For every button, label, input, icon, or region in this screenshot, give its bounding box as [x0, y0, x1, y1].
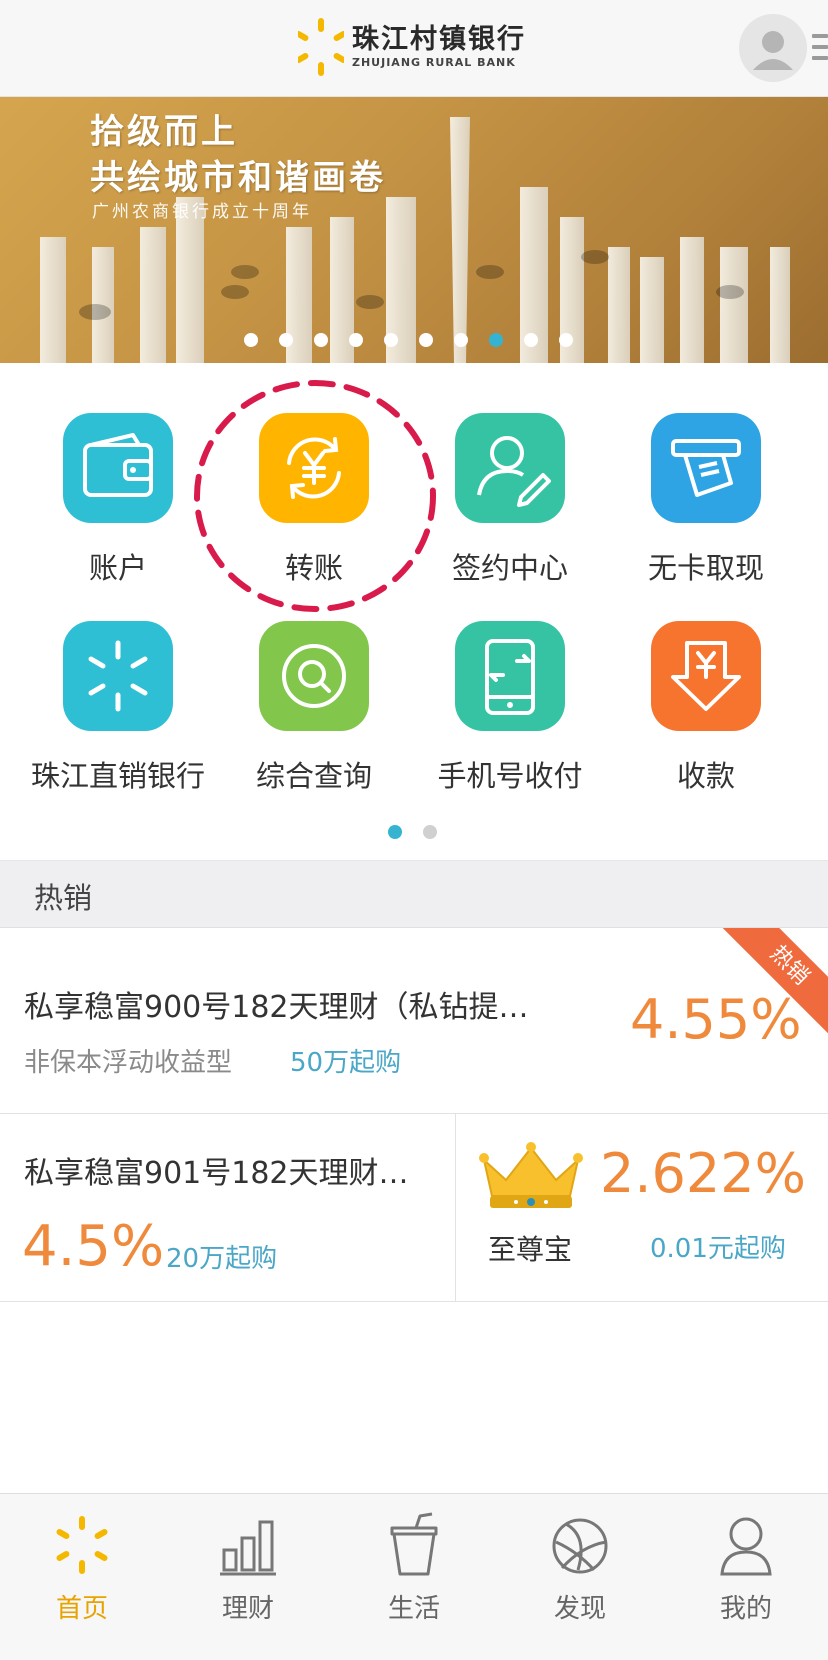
brand-name: 珠江村镇银行 — [352, 24, 526, 55]
product-type: 非保本浮动收益型 — [24, 1048, 233, 1078]
tab-label: 我的 — [719, 1594, 772, 1624]
tab-mine[interactable]: 我的 — [686, 1512, 806, 1625]
grid-label-cardless-withdraw: 无卡取现 — [647, 551, 764, 585]
app-header: 珠江村镇银行 ZHUJIANG RURAL BANK — [0, 0, 828, 97]
tab-label: 生活 — [387, 1594, 440, 1624]
zhujiang-logo-icon — [63, 621, 173, 731]
grid-item-receive-money[interactable]: 收款 — [606, 621, 806, 795]
banner-dot[interactable] — [314, 333, 328, 347]
section-title: 热销 — [34, 881, 93, 915]
promo-banner[interactable]: 拾级而上 共绘城市和谐画卷 广州农商银行成立十周年 — [0, 97, 828, 363]
receive-money-icon — [651, 621, 761, 731]
banner-dot[interactable] — [559, 333, 573, 347]
grid-label-phone-payment: 手机号收付 — [437, 759, 583, 793]
grid-item-cardless-withdraw[interactable]: 无卡取现 — [606, 413, 806, 587]
tab-label: 发现 — [553, 1594, 606, 1624]
discover-icon — [552, 1518, 608, 1574]
grid-label-receive-money: 收款 — [676, 759, 735, 793]
wallet-icon — [63, 413, 173, 523]
tab-home[interactable]: 首页 — [22, 1512, 142, 1625]
product-min-purchase: 50万起购 — [290, 1048, 402, 1078]
grid-item-zhujiang-direct-bank[interactable]: 珠江直销银行 — [18, 621, 218, 795]
brand-name-en: ZHUJIANG RURAL BANK — [352, 56, 516, 69]
product-rate: 4.55% — [630, 988, 802, 1051]
tab-discover[interactable]: 发现 — [520, 1512, 640, 1625]
product-rate: 4.5% — [22, 1214, 165, 1279]
product-card-featured[interactable]: 私享稳富900号182天理财（私钻提… 非保本浮动收益型 50万起购 4.55%… — [0, 928, 828, 1114]
banner-pagination — [244, 333, 594, 347]
search-icon — [259, 621, 369, 731]
product-name: 私享稳富901号182天理财… — [24, 1156, 409, 1191]
banner-dot[interactable] — [244, 333, 258, 347]
grid-page-dot[interactable] — [423, 825, 437, 839]
banner-title: 拾级而上 共绘城市和谐画卷 — [90, 112, 386, 198]
tab-wealth[interactable]: 理财 — [188, 1512, 308, 1625]
banner-dot-active[interactable] — [489, 333, 503, 347]
crown-icon — [479, 1142, 583, 1208]
banner-dot[interactable] — [349, 333, 363, 347]
drink-cup-icon — [390, 1512, 438, 1576]
grid-page-dot-active[interactable] — [388, 825, 402, 839]
product-min-purchase: 20万起购 — [166, 1244, 278, 1274]
home-logo-icon — [56, 1516, 108, 1574]
grid-item-phone-payment[interactable]: 手机号收付 — [410, 621, 610, 795]
bank-logo: 珠江村镇银行 ZHUJIANG RURAL BANK — [298, 16, 526, 78]
bank-logo-icon — [298, 18, 344, 76]
tab-label: 首页 — [55, 1594, 108, 1624]
bar-chart-icon — [220, 1520, 276, 1576]
grid-label-general-query: 综合查询 — [255, 759, 372, 793]
grid-item-general-query[interactable]: 综合查询 — [214, 621, 414, 795]
hot-sales-section-header: 热销 — [0, 860, 828, 928]
product-card-right[interactable]: 至尊宝 2.622% 0.01元起购 — [456, 1114, 828, 1302]
cash-withdraw-icon — [651, 413, 761, 523]
product-row: 私享稳富901号182天理财… 4.5% 20万起购 至尊宝 2.622% 0.… — [0, 1114, 828, 1302]
person-icon — [720, 1517, 772, 1576]
tab-label: 理财 — [221, 1594, 274, 1624]
dashed-circle-highlight — [194, 380, 436, 612]
banner-dot[interactable] — [419, 333, 433, 347]
banner-dot[interactable] — [384, 333, 398, 347]
grid-pagination — [388, 825, 458, 839]
user-avatar-icon[interactable] — [739, 14, 807, 82]
bottom-tab-bar: 首页 理财 生活 发现 我的 — [0, 1493, 828, 1660]
product-name: 私享稳富900号182天理财（私钻提… — [24, 990, 529, 1025]
tab-life[interactable]: 生活 — [354, 1512, 474, 1625]
product-name: 至尊宝 — [488, 1233, 573, 1266]
phone-transfer-icon — [455, 621, 565, 731]
product-rate: 2.622% — [600, 1142, 806, 1205]
product-min-purchase: 0.01元起购 — [650, 1234, 786, 1264]
banner-subtitle: 广州农商银行成立十周年 — [92, 202, 312, 222]
person-sign-icon — [455, 413, 565, 523]
banner-dot[interactable] — [279, 333, 293, 347]
grid-label-zhujiang-direct-bank: 珠江直销银行 — [30, 759, 205, 793]
banner-dot[interactable] — [524, 333, 538, 347]
banner-dot[interactable] — [454, 333, 468, 347]
menu-icon[interactable] — [812, 34, 828, 66]
product-card-left[interactable]: 私享稳富901号182天理财… 4.5% 20万起购 — [0, 1114, 455, 1302]
